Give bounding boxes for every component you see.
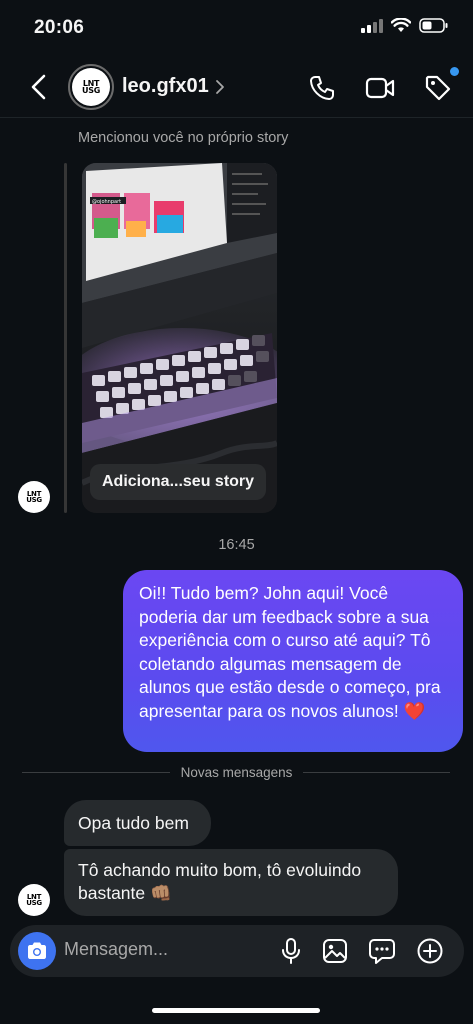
plus-circle-icon[interactable] [416,937,444,965]
back-button[interactable] [28,74,52,100]
received-message-text: Tô achando muito bom, tô evoluindo basta… [78,860,362,903]
tag-button[interactable] [423,67,459,103]
avatar-logo-line2: USG [82,86,100,95]
message-composer: Mensagem... [10,925,464,977]
header-actions [307,67,459,103]
tag-icon [425,75,451,101]
sticker-icon[interactable] [368,938,396,964]
microphone-icon[interactable] [280,937,302,965]
sent-message-bubble[interactable]: Oi!! Tudo bem? John aqui! Você poderia d… [123,570,463,752]
sender-avatar-logo-line2: USG [26,496,42,504]
avatar-logo: LNT USG [82,80,100,95]
received-message-bubble[interactable]: Tô achando muito bom, tô evoluindo basta… [64,849,398,916]
new-messages-divider: Novas mensagens [180,765,293,780]
message-input[interactable]: Mensagem... [64,939,168,960]
avatar[interactable]: LNT USG [68,64,114,110]
sender-avatar-logo: LNT USG [26,491,42,504]
story-caption: Adiciona...seu story [90,464,267,500]
notification-dot [450,67,459,76]
signal-icon [361,18,383,33]
image-icon[interactable] [322,938,348,964]
camera-button[interactable] [18,932,56,970]
composer-actions [280,937,444,965]
audio-call-button[interactable] [307,73,337,103]
sent-message-text: Oi!! Tudo bem? John aqui! Você poderia d… [139,583,441,721]
video-icon [365,77,395,99]
wifi-icon [391,18,411,32]
chat-header: LNT USG leo.gfx01 [0,56,473,118]
sender-avatar[interactable]: LNT USG [18,884,50,916]
back-chevron-icon [31,74,46,100]
received-message-text: Opa tudo bem [78,813,189,833]
profile-link[interactable]: leo.gfx01 [122,75,225,98]
story-mention-label: Mencionou você no próprio story [78,130,289,146]
received-message-bubble[interactable]: Opa tudo bem [64,800,211,846]
battery-icon [419,18,448,33]
camera-icon [28,942,46,959]
status-icons [361,18,449,33]
sender-avatar-logo: LNT USG [26,894,42,907]
message-timestamp: 16:45 [218,537,255,553]
username: leo.gfx01 [122,75,209,97]
status-time: 20:06 [34,17,85,38]
story-reply-line [64,163,67,513]
sender-avatar[interactable]: LNT USG [18,481,50,513]
phone-icon [310,76,334,100]
story-image: @ojohnpart [82,163,277,513]
status-bar: 20:06 [0,0,473,56]
story-overlay-tag: @ojohnpart [92,199,121,205]
avatar-image: LNT USG [72,68,110,106]
video-call-button[interactable] [365,73,395,103]
home-indicator [152,1008,320,1013]
chevron-right-icon [215,79,224,94]
story-preview[interactable]: @ojohnpart [82,163,277,513]
sender-avatar-logo-line2: USG [26,899,42,907]
